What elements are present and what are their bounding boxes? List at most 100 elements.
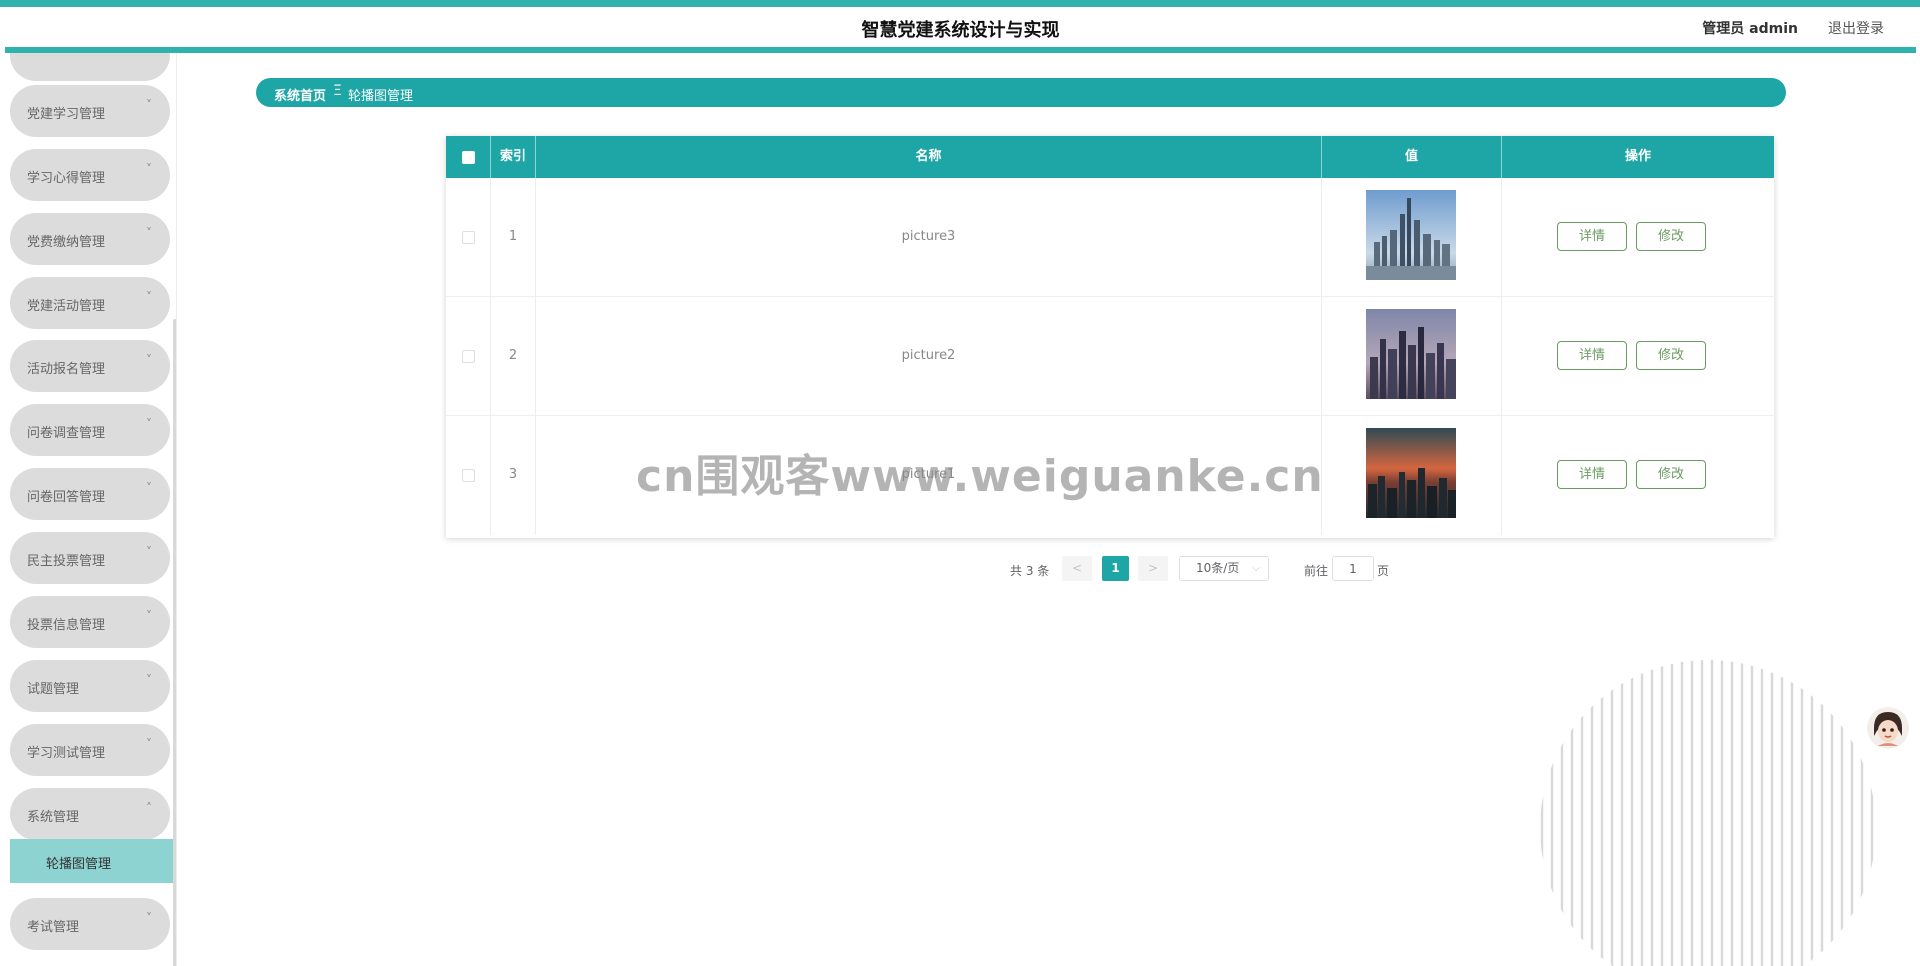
assistant-avatar-icon[interactable] <box>1866 706 1910 750</box>
sidebar-item-label: 活动报名管理 <box>27 362 106 377</box>
page-size-select[interactable]: 10条/页 ⌵ <box>1179 556 1269 581</box>
select-all-checkbox[interactable] <box>462 151 475 164</box>
edit-button[interactable]: 修改 <box>1636 341 1706 370</box>
table-row: 2 picture2 详情 修改 <box>446 297 1774 416</box>
sidebar-item-label: 问卷调查管理 <box>27 426 106 441</box>
row-ops-cell: 详情 修改 <box>1502 297 1774 416</box>
row-ops-cell: 详情 修改 <box>1502 416 1774 535</box>
breadcrumb-home[interactable]: 系统首页 <box>274 85 326 104</box>
page-size-value: 10条/页 <box>1196 561 1240 575</box>
breadcrumb-current: 轮播图管理 <box>348 89 414 104</box>
chevron-down-icon: ˅ <box>146 290 152 304</box>
sidebar-item-study-notes[interactable]: 学习心得管理 ˅ <box>10 149 170 201</box>
row-value-cell <box>1322 416 1502 535</box>
row-index-cell: 1 <box>491 178 536 297</box>
detail-button[interactable]: 详情 <box>1557 341 1627 370</box>
sidebar-item-study-test[interactable]: 学习测试管理 ˅ <box>10 724 170 776</box>
row-name-cell: picture2 <box>536 297 1322 416</box>
detail-button[interactable]: 详情 <box>1557 460 1627 489</box>
sidebar-item-party-activity[interactable]: 党建活动管理 ˅ <box>10 277 170 329</box>
sidebar-item-exam[interactable]: 考试管理 ˅ <box>10 898 170 950</box>
user-role-label: 管理员 admin <box>1702 21 1798 37</box>
sidebar-item-label: 学习心得管理 <box>27 171 106 186</box>
chevron-down-icon: ˅ <box>146 417 152 431</box>
edit-button[interactable]: 修改 <box>1636 460 1706 489</box>
watermark: cn围观客www.weiguanke.cn <box>636 451 1324 502</box>
chevron-down-icon: ˅ <box>146 226 152 240</box>
header-select-cell <box>446 136 491 178</box>
pagination-total: 共 3 条 <box>1010 564 1050 578</box>
sidebar-item-label: 投票信息管理 <box>27 618 106 633</box>
pagination-goto-label: 前往 <box>1304 564 1329 578</box>
sidebar-item-label: 党建学习管理 <box>27 107 106 122</box>
row-checkbox[interactable] <box>462 350 475 363</box>
chevron-down-icon: ˅ <box>146 545 152 559</box>
sidebar-item-label: 系统管理 <box>27 810 80 825</box>
row-value-cell <box>1322 297 1502 416</box>
sidebar-item-label: 民主投票管理 <box>27 554 106 569</box>
row-index: 3 <box>508 467 518 482</box>
sidebar-item-label: 考试管理 <box>27 920 80 935</box>
sidebar-item-partial[interactable] <box>10 53 170 81</box>
sidebar: 党建学习管理 ˅ 学习心得管理 ˅ 党费缴纳管理 ˅ 党建活动管理 ˅ 活动报名… <box>5 53 177 966</box>
sidebar-item-vote-info[interactable]: 投票信息管理 ˅ <box>10 596 170 648</box>
table-row: 1 picture3 详情 修改 <box>446 178 1774 297</box>
sidebar-item-questions[interactable]: 试题管理 ˅ <box>10 660 170 712</box>
app-title: 智慧党建系统设计与实现 <box>861 20 1060 41</box>
breadcrumb: 系统首页 Ξ 轮播图管理 <box>256 78 1786 107</box>
header-ops: 操作 <box>1624 149 1651 164</box>
pagination-page-suffix: 页 <box>1377 564 1390 578</box>
row-value-cell <box>1322 178 1502 297</box>
table-header: 索引 名称 值 操作 <box>446 136 1774 178</box>
chevron-down-icon: ˅ <box>146 673 152 687</box>
row-index: 1 <box>508 229 518 244</box>
row-select-cell <box>446 416 491 535</box>
row-name: picture3 <box>901 229 956 244</box>
row-name: picture2 <box>901 348 956 363</box>
decorative-striped-circle <box>1540 660 1874 966</box>
sidebar-subitem-carousel[interactable]: 轮播图管理 <box>10 839 173 883</box>
sidebar-item-democratic-vote[interactable]: 民主投票管理 ˅ <box>10 532 170 584</box>
sidebar-scrollbar[interactable] <box>173 319 176 966</box>
sidebar-item-label: 试题管理 <box>27 682 80 697</box>
row-checkbox[interactable] <box>462 469 475 482</box>
pagination-next-button[interactable]: > <box>1138 556 1168 581</box>
sidebar-item-label: 党费缴纳管理 <box>27 235 106 250</box>
header-value: 值 <box>1322 136 1502 178</box>
sidebar-subitem-label: 轮播图管理 <box>46 857 112 872</box>
sidebar-item-label: 党建活动管理 <box>27 299 106 314</box>
row-select-cell <box>446 178 491 297</box>
sidebar-item-label: 问卷回答管理 <box>27 490 106 505</box>
chevron-down-icon: ⌵ <box>1252 563 1260 574</box>
pagination-current-page[interactable]: 1 <box>1102 556 1129 581</box>
chevron-up-icon: ˄ <box>146 801 152 815</box>
app-header: 智慧党建系统设计与实现 管理员 admin 退出登录 <box>5 7 1916 53</box>
row-select-cell <box>446 297 491 416</box>
row-index-cell: 3 <box>491 416 536 535</box>
chevron-down-icon: ˅ <box>146 98 152 112</box>
sidebar-item-system[interactable]: 系统管理 ˄ <box>10 788 170 840</box>
sidebar-item-survey-answers[interactable]: 问卷回答管理 ˅ <box>10 468 170 520</box>
detail-button[interactable]: 详情 <box>1557 222 1627 251</box>
chevron-down-icon: ˅ <box>146 737 152 751</box>
carousel-image-thumbnail <box>1366 428 1456 518</box>
sidebar-item-party-study[interactable]: 党建学习管理 ˅ <box>10 85 170 137</box>
row-index-cell: 2 <box>491 297 536 416</box>
row-ops-cell: 详情 修改 <box>1502 178 1774 297</box>
pagination-prev-button[interactable]: < <box>1062 556 1092 581</box>
chevron-down-icon: ˅ <box>146 481 152 495</box>
pagination-goto-input[interactable] <box>1332 556 1374 581</box>
breadcrumb-separator-icon: Ξ <box>333 83 342 99</box>
edit-button[interactable]: 修改 <box>1636 222 1706 251</box>
sidebar-item-activity-signup[interactable]: 活动报名管理 ˅ <box>10 340 170 392</box>
chevron-down-icon: ˅ <box>146 162 152 176</box>
chevron-down-icon: ˅ <box>146 911 152 925</box>
carousel-image-thumbnail <box>1366 309 1456 399</box>
row-name-cell: picture3 <box>536 178 1322 297</box>
sidebar-item-party-dues[interactable]: 党费缴纳管理 ˅ <box>10 213 170 265</box>
logout-link[interactable]: 退出登录 <box>1828 18 1884 38</box>
header-index: 索引 <box>491 136 536 178</box>
sidebar-item-survey[interactable]: 问卷调查管理 ˅ <box>10 404 170 456</box>
sidebar-item-label: 学习测试管理 <box>27 746 106 761</box>
row-checkbox[interactable] <box>462 231 475 244</box>
